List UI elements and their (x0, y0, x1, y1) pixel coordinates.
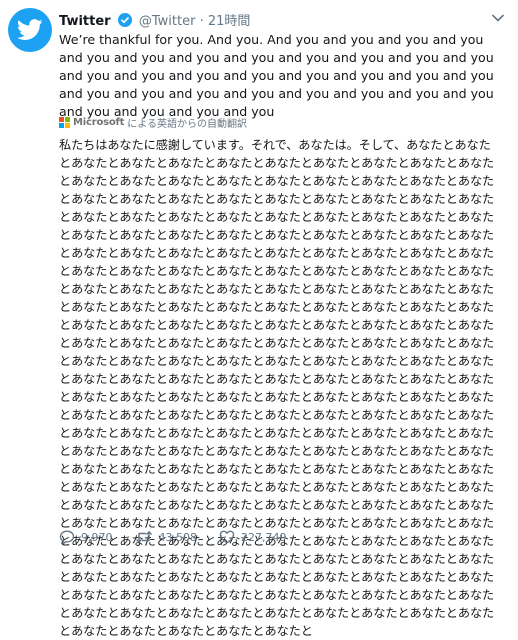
tweet-text-japanese: 私たちはあなたに感謝しています。それで、あなたは。そして、あなたとあなたとあなた… (59, 138, 495, 638)
author-handle[interactable]: @Twitter (139, 14, 196, 29)
like-count: 227,749 (241, 530, 287, 544)
twitter-bird-icon (17, 19, 43, 40)
author-name[interactable]: Twitter (59, 14, 111, 29)
chevron-down-icon[interactable] (492, 14, 504, 22)
avatar[interactable] (8, 8, 52, 52)
reply-count: 9,970 (81, 530, 113, 544)
retweet-button[interactable]: 43,508 (135, 530, 198, 544)
tweet-text-english: We’re thankful for you. And you. And you… (59, 32, 494, 119)
translation-provider: Microsoft (73, 116, 125, 128)
tweet-actions: 9,970 43,508 227,749 (59, 527, 309, 547)
translation-attribution[interactable]: Microsoft による英語からの自動翻訳 (59, 115, 247, 130)
like-button[interactable]: 227,749 (219, 530, 287, 544)
tweet-timestamp[interactable]: 21時間 (208, 14, 251, 29)
reply-button[interactable]: 9,970 (59, 530, 113, 545)
retweet-icon (135, 531, 152, 543)
verified-badge-icon (117, 13, 132, 27)
tweet-header: Twitter @Twitter · 21時間 (59, 10, 498, 29)
retweet-count: 43,508 (158, 530, 198, 544)
translation-label: による英語からの自動翻訳 (127, 118, 247, 130)
header-separator: · (199, 14, 204, 29)
heart-icon (219, 530, 235, 544)
microsoft-logo-icon (59, 116, 70, 128)
reply-icon (59, 530, 75, 544)
